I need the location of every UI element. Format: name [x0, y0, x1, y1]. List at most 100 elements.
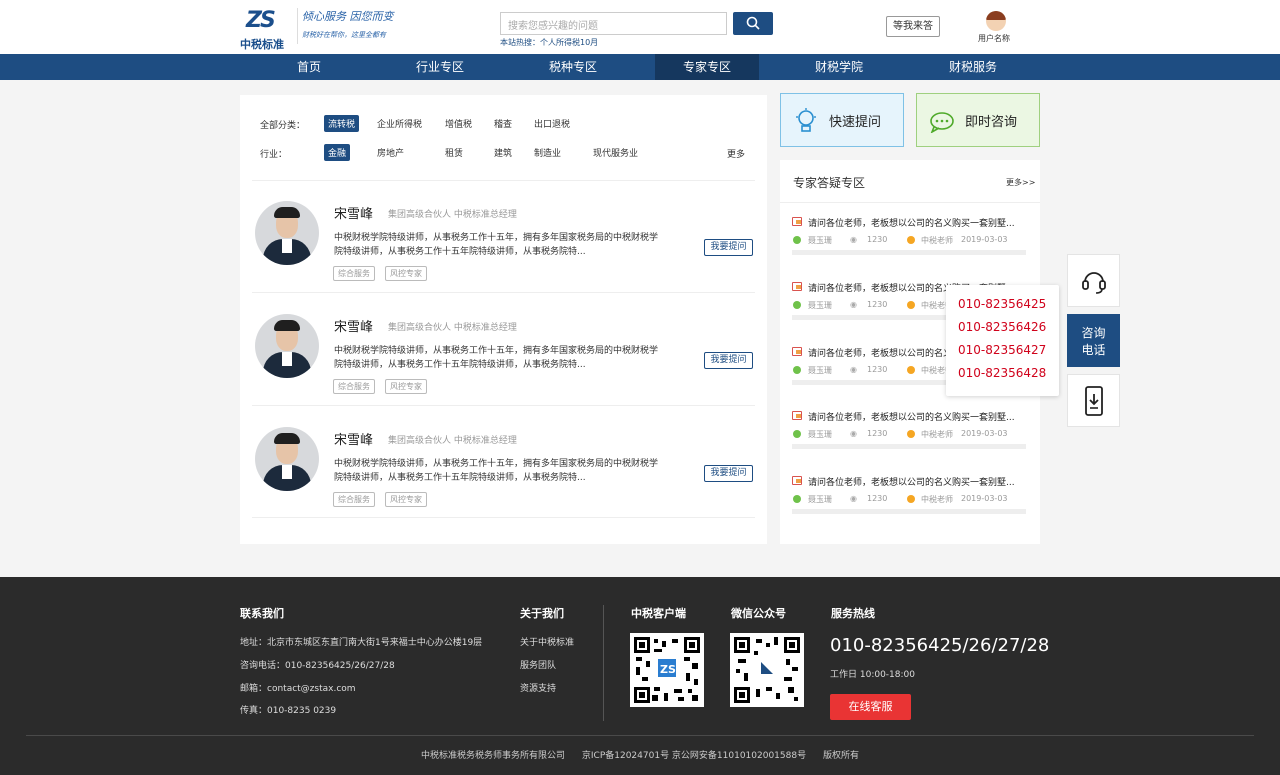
expert-role: 集团高级合伙人 中税标准总经理 [388, 436, 517, 446]
qa-question[interactable]: 请问各位老师，老板想以公司的名义购买一套别墅... [808, 475, 1030, 488]
nav-item-home[interactable]: 首页 [257, 54, 361, 80]
customer-service-button[interactable] [1067, 254, 1120, 307]
user-icon [793, 430, 801, 438]
footer-fax: 传真：010-8235 0239 [240, 706, 337, 716]
wait-answer-button[interactable]: 等我来答 [886, 16, 940, 37]
username[interactable]: 用户名称 [978, 33, 1010, 44]
nav-item-expert[interactable]: 专家专区 [655, 54, 759, 80]
footer-about-link[interactable]: 关于中税标准 [520, 635, 574, 648]
user-icon [793, 366, 801, 374]
app-download-button[interactable] [1067, 374, 1120, 427]
user-icon [793, 495, 801, 503]
logo-mark: ZS [246, 8, 276, 33]
expert-role: 集团高级合伙人 中税标准总经理 [388, 323, 517, 333]
nav-item-tax-type[interactable]: 税种专区 [521, 54, 625, 80]
qa-question[interactable]: 请问各位老师，老板想以公司的名义购买一套别墅... [808, 216, 1030, 229]
expert-photo[interactable] [255, 427, 319, 491]
industry-tag[interactable]: 制造业 [530, 144, 565, 161]
user-icon [793, 301, 801, 309]
avatar[interactable] [986, 11, 1006, 31]
qa-more-link[interactable]: 更多>> [1006, 177, 1035, 188]
rights-reserved: 版权所有 [822, 751, 859, 761]
category-tag[interactable]: 出口退税 [530, 115, 574, 132]
phone-number[interactable]: 010-82356427 [958, 343, 1046, 357]
copyright: 中税标准税务税务师事务所有限公司 京ICP备12024701号 京公网安备110… [0, 748, 1280, 761]
slogan: 倾心服务 因您而变 财税好在帮你，这里全都有 [297, 8, 407, 44]
phone-number[interactable]: 010-82356426 [958, 320, 1046, 334]
expert-badge: 综合服务 [333, 492, 375, 507]
question-icon [792, 282, 802, 291]
instant-consult-button[interactable]: 即时咨询 [916, 93, 1040, 147]
expert-badge: 风控专家 [385, 492, 427, 507]
category-tag[interactable]: 增值税 [441, 115, 476, 132]
search-button[interactable] [733, 12, 773, 35]
footer-address: 地址：北京市东城区东直门南大街1号来福士中心办公楼19层 [240, 638, 483, 648]
slogan-line-2: 财税好在帮你，这里全都有 [302, 31, 386, 39]
nav-item-academy[interactable]: 财税学院 [787, 54, 891, 80]
logo-text: 中税标准 [240, 38, 284, 51]
site-footer: 联系我们 地址：北京市东城区东直门南大街1号来福士中心办公楼19层 咨询电话：0… [0, 577, 1280, 775]
expert-name[interactable]: 宋雪峰 [334, 316, 373, 335]
qa-item[interactable]: 请问各位老师，老板想以公司的名义购买一套别墅... 聂玉珊 ◉ 1230 中税老… [792, 204, 1028, 268]
phone-number[interactable]: 010-82356425 [958, 297, 1046, 311]
filter-more-link[interactable]: 更多 [727, 147, 745, 160]
ask-question-button[interactable]: 我要提问 [704, 465, 753, 482]
divider [792, 509, 1026, 514]
category-tag[interactable]: 企业所得税 [373, 115, 426, 132]
industry-tag[interactable]: 现代服务业 [589, 144, 642, 161]
footer-wechat-title: 微信公众号 [731, 607, 786, 620]
expert-card: 宋雪峰 集团高级合伙人 中税标准总经理 中税财税学院特级讲师，从事税务工作十五年… [252, 306, 755, 418]
search-input[interactable]: 搜索您感兴趣的问题 [500, 12, 727, 35]
divider [252, 180, 755, 181]
question-icon [792, 347, 802, 356]
divider [26, 735, 1254, 736]
icp-record[interactable]: 京ICP备12024701号 京公网安备11010102001588号 [582, 751, 806, 761]
teacher-icon [907, 366, 915, 374]
qa-answerer: 中税老师 [921, 495, 953, 504]
quick-ask-button[interactable]: 快速提问 [780, 93, 904, 147]
footer-email[interactable]: 邮箱：contact@zstax.com [240, 681, 356, 694]
consult-phone-button[interactable]: 咨询 电话 [1067, 314, 1120, 367]
category-label: 全部分类： [260, 121, 306, 131]
expert-badge: 综合服务 [333, 266, 375, 281]
expert-badge: 风控专家 [385, 266, 427, 281]
expert-photo[interactable] [255, 201, 319, 265]
industry-tag[interactable]: 建筑 [490, 144, 516, 161]
footer-phone: 咨询电话：010-82356425/26/27/28 [240, 661, 395, 671]
phone-number[interactable]: 010-82356428 [958, 366, 1046, 380]
qa-question[interactable]: 请问各位老师，老板想以公司的名义购买一套别墅... [808, 410, 1030, 423]
category-tag[interactable]: 流转税 [324, 115, 360, 132]
ask-question-button[interactable]: 我要提问 [704, 239, 753, 256]
divider [792, 444, 1026, 449]
hot-search[interactable]: 本站热搜：个人所得税10月 [500, 37, 598, 48]
industry-tag[interactable]: 房地产 [373, 144, 408, 161]
qa-views: 1230 [867, 300, 888, 309]
footer-hours: 工作日 10:00-18:00 [830, 670, 915, 680]
expert-name[interactable]: 宋雪峰 [334, 429, 373, 448]
nav-item-industry[interactable]: 行业专区 [388, 54, 492, 80]
expert-name[interactable]: 宋雪峰 [334, 203, 373, 222]
industry-tag[interactable]: 金融 [324, 144, 351, 161]
category-tag[interactable]: 稽查 [490, 115, 516, 132]
qa-item[interactable]: 请问各位老师，老板想以公司的名义购买一套别墅... 聂玉珊 ◉ 1230 中税老… [792, 398, 1028, 462]
expert-list-panel: 全部分类： 流转税 企业所得税 增值税 稽查 出口退税 行业： 金融 房地产 租… [240, 95, 767, 544]
expert-photo[interactable] [255, 314, 319, 378]
nav-item-services[interactable]: 财税服务 [921, 54, 1025, 80]
site-logo[interactable]: ZS 中税标准 [240, 8, 290, 51]
ask-question-button[interactable]: 我要提问 [704, 352, 753, 369]
industry-tag[interactable]: 租赁 [441, 144, 467, 161]
eye-icon: ◉ [850, 365, 857, 374]
qa-asker: 聂玉珊 [808, 301, 832, 310]
footer-about-link[interactable]: 资源支持 [520, 681, 556, 694]
qa-item[interactable]: 请问各位老师，老板想以公司的名义购买一套别墅... 聂玉珊 ◉ 1230 中税老… [792, 463, 1028, 527]
online-service-button[interactable]: 在线客服 [830, 694, 911, 720]
footer-about-link[interactable]: 服务团队 [520, 658, 556, 671]
expert-description: 中税财税学院特级讲师，从事税务工作十五年，拥有多年国家税务局的中税财税学院特级讲… [334, 346, 659, 370]
teacher-icon [907, 236, 915, 244]
eye-icon: ◉ [850, 429, 857, 438]
question-icon [792, 476, 802, 485]
main-nav: 首页 行业专区 税种专区 专家专区 财税学院 财税服务 [0, 54, 1280, 80]
client-qr-code: ZS [630, 633, 704, 707]
footer-about-title: 关于我们 [520, 607, 564, 620]
chat-bubble-icon [930, 112, 954, 133]
